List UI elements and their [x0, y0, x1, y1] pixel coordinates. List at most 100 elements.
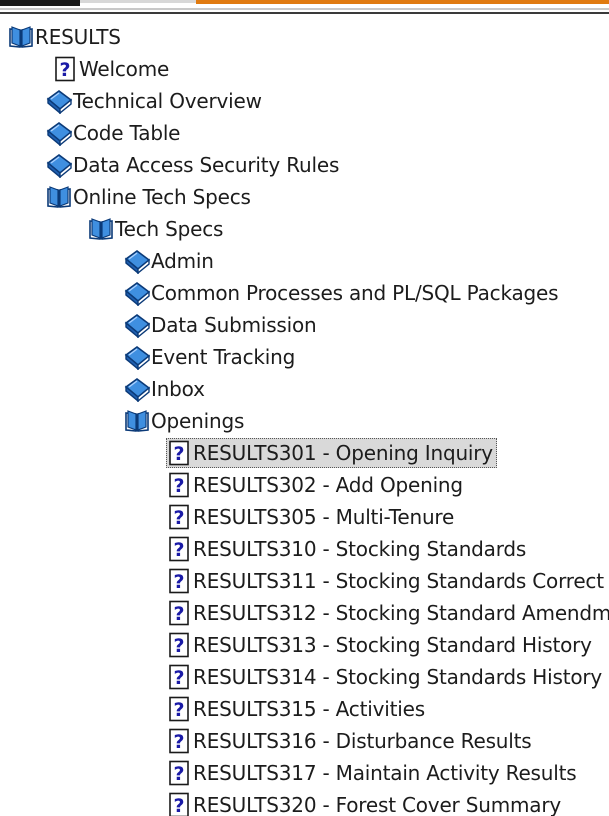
- tree-node-label: RESULTS315 - Activities: [193, 697, 425, 721]
- svg-text:?: ?: [173, 603, 184, 625]
- closed-book-icon: [124, 248, 150, 274]
- tree-node-item[interactable]: Technical Overview: [46, 86, 266, 116]
- tree-node-label: RESULTS: [35, 25, 121, 49]
- tree-node[interactable]: ? RESULTS313 - Stocking Standard History: [0, 629, 609, 661]
- tree-node[interactable]: ? Welcome: [0, 53, 609, 85]
- tree-node[interactable]: Data Access Security Rules: [0, 149, 609, 181]
- tree-node-selected[interactable]: ? RESULTS301 - Opening Inquiry: [166, 438, 497, 468]
- tree-node-item[interactable]: ? RESULTS317 - Maintain Activity Results: [166, 758, 580, 788]
- help-page-icon: ?: [166, 568, 192, 594]
- tree-node[interactable]: Inbox: [0, 373, 609, 405]
- svg-text:?: ?: [59, 59, 70, 81]
- tree-node[interactable]: ? RESULTS305 - Multi-Tenure: [0, 501, 609, 533]
- help-page-icon: ?: [166, 632, 192, 658]
- tree-node[interactable]: ? RESULTS315 - Activities: [0, 693, 609, 725]
- tree-node[interactable]: ? RESULTS310 - Stocking Standards: [0, 533, 609, 565]
- svg-text:?: ?: [173, 699, 184, 721]
- tree-node-item[interactable]: ? RESULTS314 - Stocking Standards History: [166, 662, 606, 692]
- tree-node-label: Data Access Security Rules: [73, 153, 340, 177]
- open-book-icon: [8, 24, 34, 50]
- closed-book-icon: [124, 280, 150, 306]
- help-page-icon: ?: [166, 760, 192, 786]
- tree-node[interactable]: Common Processes and PL/SQL Packages: [0, 277, 609, 309]
- tree-node[interactable]: ? RESULTS301 - Opening Inquiry: [0, 437, 609, 469]
- tree-node-item[interactable]: ? RESULTS311 - Stocking Standards Correct: [166, 566, 608, 596]
- tree-node[interactable]: ? RESULTS316 - Disturbance Results: [0, 725, 609, 757]
- tree-node-item[interactable]: ? RESULTS302 - Add Opening: [166, 470, 467, 500]
- tree-node-item[interactable]: Common Processes and PL/SQL Packages: [124, 278, 562, 308]
- top-edge-accent-segment: [196, 0, 609, 4]
- open-book-icon: [46, 184, 72, 210]
- tree-node[interactable]: Tech Specs: [0, 213, 609, 245]
- window-top-edge: [0, 0, 609, 14]
- tree-node-item[interactable]: Data Submission: [124, 310, 321, 340]
- tree-node-item[interactable]: ? RESULTS313 - Stocking Standard History: [166, 630, 596, 660]
- tree-node-item[interactable]: ? RESULTS315 - Activities: [166, 694, 429, 724]
- top-edge-dark-segment: [0, 0, 80, 6]
- tree-node-item[interactable]: Openings: [124, 406, 248, 436]
- help-window: RESULTS? Welcome Technical Overview Code Ta…: [0, 0, 609, 816]
- tree-node-label: RESULTS310 - Stocking Standards: [193, 537, 527, 561]
- tree-node-item[interactable]: Data Access Security Rules: [46, 150, 343, 180]
- tree-node[interactable]: ? RESULTS317 - Maintain Activity Results: [0, 757, 609, 789]
- tree-node-item[interactable]: ? RESULTS305 - Multi-Tenure: [166, 502, 458, 532]
- svg-text:?: ?: [173, 667, 184, 689]
- tree-node[interactable]: Online Tech Specs: [0, 181, 609, 213]
- tree-node-label: RESULTS320 - Forest Cover Summary: [193, 793, 561, 816]
- tree-node-label: Tech Specs: [115, 217, 224, 241]
- help-page-icon: ?: [166, 536, 192, 562]
- closed-book-icon: [46, 120, 72, 146]
- tree-node-label: RESULTS302 - Add Opening: [193, 473, 463, 497]
- top-edge-dark-line: [0, 12, 609, 14]
- help-page-icon: ?: [166, 440, 192, 466]
- svg-text:?: ?: [173, 763, 184, 785]
- help-page-icon: ?: [52, 56, 78, 82]
- tree-node-item[interactable]: ? RESULTS316 - Disturbance Results: [166, 726, 536, 756]
- tree-node-label: RESULTS311 - Stocking Standards Correct: [193, 569, 604, 593]
- tree-node-item[interactable]: Tech Specs: [88, 214, 227, 244]
- tree-node-item[interactable]: ? Welcome: [52, 54, 173, 84]
- tree-node-label: Technical Overview: [73, 89, 262, 113]
- tree-node[interactable]: Technical Overview: [0, 85, 609, 117]
- closed-book-icon: [124, 344, 150, 370]
- tree-node-label: Inbox: [151, 377, 205, 401]
- open-book-icon: [88, 216, 114, 242]
- tree-node-item[interactable]: RESULTS: [8, 22, 125, 52]
- tree-node-item[interactable]: Event Tracking: [124, 342, 299, 372]
- tree-node-label: Online Tech Specs: [73, 185, 251, 209]
- tree-node-item[interactable]: Admin: [124, 246, 218, 276]
- tree-node[interactable]: ? RESULTS312 - Stocking Standard Amendm: [0, 597, 609, 629]
- tree-node-item[interactable]: Online Tech Specs: [46, 182, 255, 212]
- tree-node-item[interactable]: Code Table: [46, 118, 184, 148]
- tree-node-label: RESULTS301 - Opening Inquiry: [193, 441, 493, 465]
- top-edge-gray-line: [0, 8, 609, 10]
- tree-node[interactable]: Openings: [0, 405, 609, 437]
- tree-node[interactable]: Event Tracking: [0, 341, 609, 373]
- tree-node-item[interactable]: Inbox: [124, 374, 209, 404]
- tree-node[interactable]: ? RESULTS320 - Forest Cover Summary: [0, 789, 609, 816]
- tree-node-label: RESULTS316 - Disturbance Results: [193, 729, 532, 753]
- tree-node[interactable]: RESULTS: [0, 21, 609, 53]
- tree-node[interactable]: Code Table: [0, 117, 609, 149]
- tree-node[interactable]: ? RESULTS311 - Stocking Standards Correct: [0, 565, 609, 597]
- help-page-icon: ?: [166, 728, 192, 754]
- svg-text:?: ?: [173, 443, 184, 465]
- tree-node-label: Openings: [151, 409, 245, 433]
- svg-text:?: ?: [173, 635, 184, 657]
- tree-node-item[interactable]: ? RESULTS310 - Stocking Standards: [166, 534, 530, 564]
- tree-node[interactable]: ? RESULTS302 - Add Opening: [0, 469, 609, 501]
- tree-node-label: RESULTS317 - Maintain Activity Results: [193, 761, 577, 785]
- tree-node-item[interactable]: ? RESULTS320 - Forest Cover Summary: [166, 790, 565, 816]
- svg-text:?: ?: [173, 539, 184, 561]
- tree-node[interactable]: ? RESULTS314 - Stocking Standards History: [0, 661, 609, 693]
- tree-node-label: RESULTS312 - Stocking Standard Amendm: [193, 601, 609, 625]
- help-page-icon: ?: [166, 664, 192, 690]
- tree-node-item[interactable]: ? RESULTS312 - Stocking Standard Amendm: [166, 598, 609, 628]
- top-edge-gray-segment: [80, 0, 196, 3]
- closed-book-icon: [46, 88, 72, 114]
- tree-node-label: Welcome: [79, 57, 170, 81]
- tree-node[interactable]: Admin: [0, 245, 609, 277]
- tree-node[interactable]: Data Submission: [0, 309, 609, 341]
- svg-text:?: ?: [173, 571, 184, 593]
- svg-text:?: ?: [173, 475, 184, 497]
